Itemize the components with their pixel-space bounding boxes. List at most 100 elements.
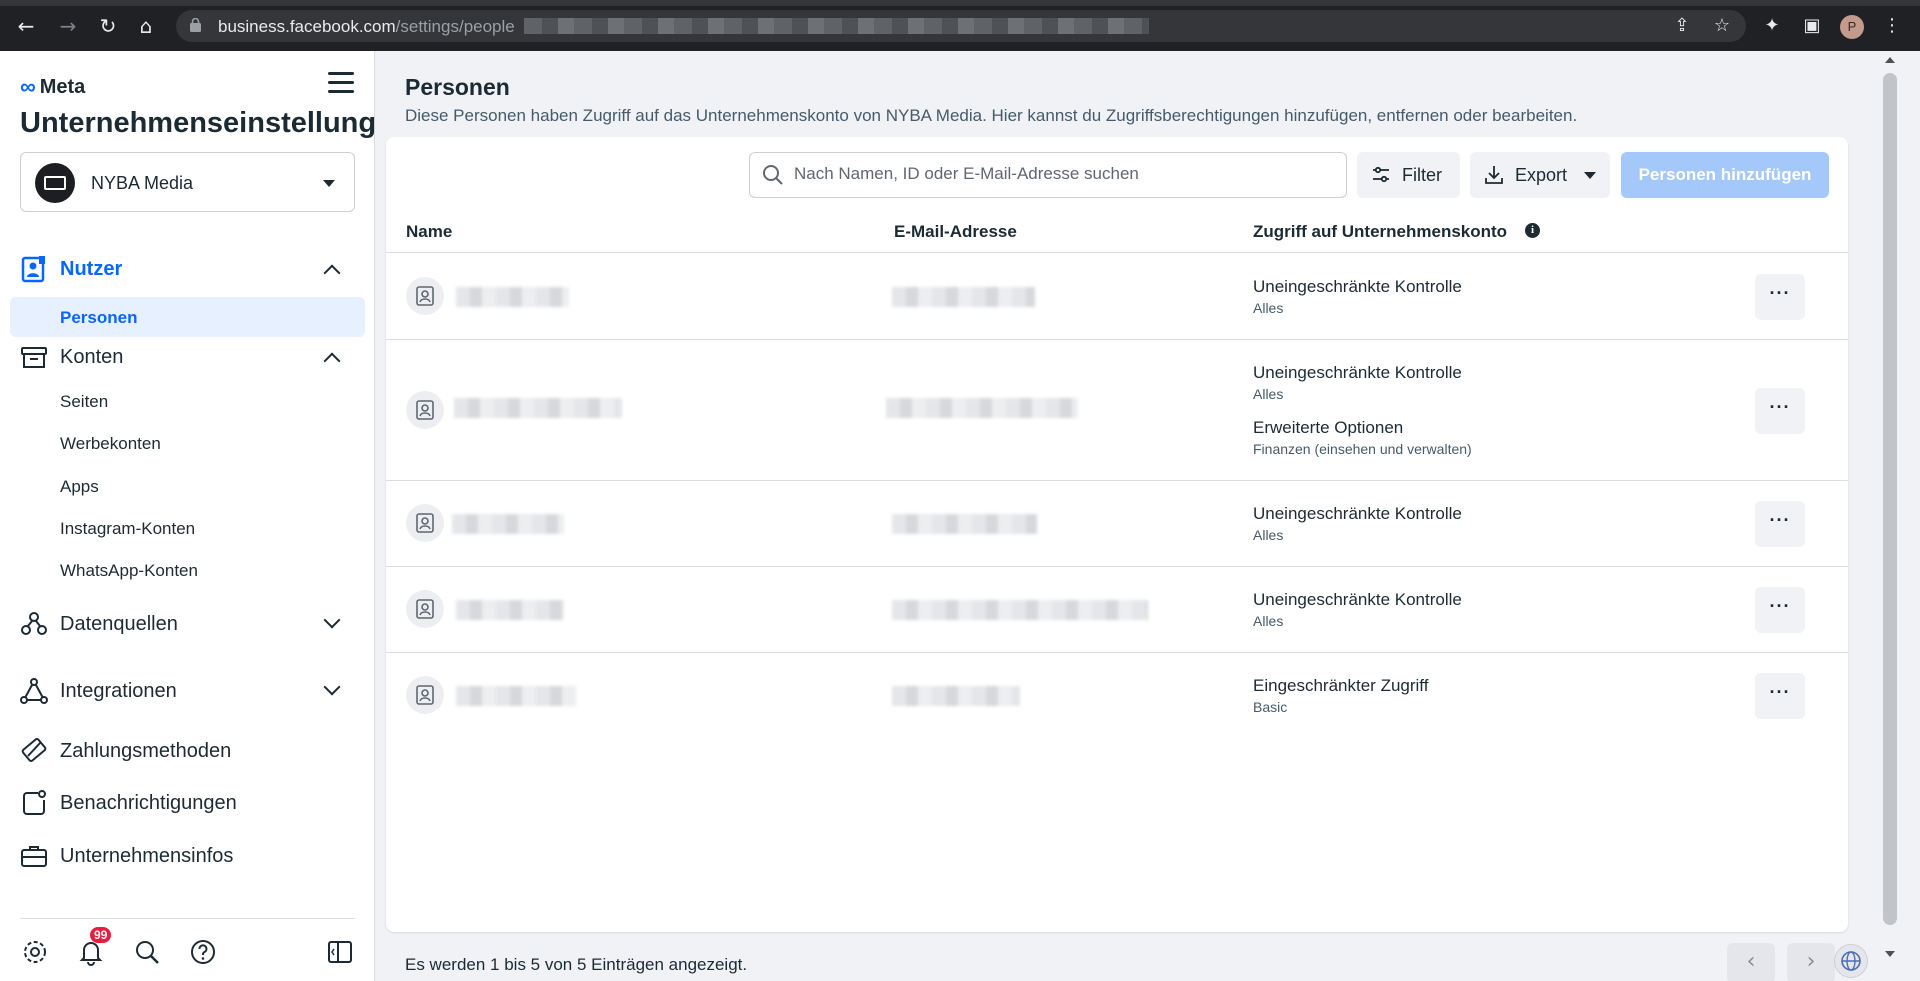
info-icon[interactable]: i (1525, 223, 1540, 238)
scrollbar-thumb[interactable] (1883, 73, 1897, 925)
name-redacted (456, 600, 564, 620)
nav-section-konten[interactable]: Konten (20, 337, 355, 377)
column-header-name[interactable]: Name (406, 222, 452, 242)
help-icon[interactable] (188, 937, 218, 967)
table-row[interactable]: Uneingeschränkte Kontrolle Alles ··· (386, 567, 1848, 653)
download-icon (1485, 166, 1503, 184)
globe-icon[interactable] (1834, 944, 1868, 978)
extensions-icon[interactable]: ✦ (1760, 14, 1784, 38)
meta-logo[interactable]: ∞ Meta (20, 74, 85, 100)
page-section-title: Unternehmenseinstellungen (20, 107, 375, 139)
nav-section-zahlungsmethoden[interactable]: Zahlungsmethoden (20, 731, 355, 771)
column-header-access[interactable]: Zugriff auf Unternehmenskonto (1253, 222, 1507, 242)
person-badge-icon (406, 504, 444, 542)
person-badge-icon (406, 676, 444, 714)
access-detail: Alles (1253, 300, 1284, 316)
table-row[interactable]: Uneingeschränkte Kontrolle Alles Erweite… (386, 340, 1848, 481)
nav-item-werbekonten[interactable]: Werbekonten (10, 423, 365, 463)
name-redacted (452, 514, 564, 534)
scroll-down-arrow-icon[interactable] (1885, 951, 1895, 957)
export-button[interactable]: Export (1470, 152, 1610, 198)
archive-box-icon (21, 347, 47, 368)
notification-badge: 99 (90, 927, 112, 943)
nav-section-nutzer[interactable]: Nutzer (20, 249, 355, 289)
filter-button[interactable]: Filter (1357, 152, 1460, 198)
meta-infinity-icon: ∞ (20, 74, 36, 99)
share-icon[interactable]: ⇪ (1670, 14, 1694, 38)
access-level: Uneingeschränkte Kontrolle (1253, 504, 1462, 523)
collapse-sidebar-icon[interactable] (325, 937, 355, 967)
menu-hamburger-icon[interactable] (328, 72, 354, 94)
table-row[interactable]: Uneingeschränkte Kontrolle Alles ··· (386, 254, 1848, 340)
nav-item-label: Werbekonten (60, 434, 161, 453)
search-icon (763, 165, 783, 185)
nav-item-label: Apps (60, 477, 99, 496)
nav-section-label: Datenquellen (60, 613, 178, 635)
nav-section-integrationen[interactable]: Integrationen (20, 671, 355, 711)
more-options-button[interactable]: ··· (1755, 388, 1805, 434)
column-header-email[interactable]: E-Mail-Adresse (894, 222, 1017, 242)
gear-icon[interactable] (20, 937, 50, 967)
table-header: Name E-Mail-Adresse Zugriff auf Unterneh… (386, 209, 1848, 253)
sidebar: ∞ Meta Unternehmenseinstellungen NYBA Me… (0, 51, 375, 981)
people-table-card: Filter Export Personen hinzufügen Name E… (386, 137, 1848, 932)
browser-toolbar: ← → ↻ ⌂ business.facebook.com/settings/p… (0, 0, 1920, 51)
scroll-up-arrow-icon[interactable] (1885, 57, 1895, 63)
profile-avatar[interactable]: P (1840, 15, 1864, 39)
nav-item-personen[interactable]: Personen (10, 297, 365, 337)
data-sources-icon (21, 612, 47, 635)
page-scrollbar[interactable] (1880, 51, 1920, 981)
more-options-button[interactable]: ··· (1755, 673, 1805, 719)
page-description: Diese Personen haben Zugriff auf das Unt… (405, 106, 1578, 125)
nav-section-label: Konten (60, 346, 124, 368)
access-detail: Finanzen (einsehen und verwalten) (1253, 441, 1472, 457)
lock-icon (190, 18, 201, 32)
forward-icon[interactable]: → (56, 14, 80, 38)
page-title: Personen (405, 74, 510, 100)
reload-icon[interactable]: ↻ (96, 14, 120, 38)
previous-page-button[interactable]: ‹ (1727, 943, 1775, 981)
access-level: Uneingeschränkte Kontrolle (1253, 363, 1462, 382)
email-redacted (892, 686, 1020, 706)
nav-item-whatsapp[interactable]: WhatsApp-Konten (10, 550, 365, 590)
nav-section-label: Zahlungsmethoden (60, 740, 232, 762)
table-row[interactable]: Uneingeschränkte Kontrolle Alles ··· (386, 481, 1848, 567)
search-icon[interactable] (132, 937, 162, 967)
side-panel-icon[interactable]: ▣ (1800, 14, 1824, 38)
main-content: Personen Diese Personen haben Zugriff au… (376, 51, 1880, 981)
sidebar-divider (20, 918, 355, 919)
nav-item-label: Personen (60, 308, 138, 327)
tab-strip (0, 0, 1920, 6)
bookmark-star-icon[interactable]: ☆ (1710, 14, 1734, 38)
access-level: Uneingeschränkte Kontrolle (1253, 590, 1462, 609)
email-redacted (886, 398, 1078, 418)
pagination-summary: Es werden 1 bis 5 von 5 Einträgen angeze… (405, 955, 748, 974)
sidebar-footer-icons: 99 (20, 927, 355, 969)
access-level: Uneingeschränkte Kontrolle (1253, 277, 1462, 296)
back-icon[interactable]: ← (14, 14, 38, 38)
table-row[interactable]: Eingeschränkter Zugriff Basic ··· (386, 653, 1848, 739)
add-people-button[interactable]: Personen hinzufügen (1621, 152, 1829, 198)
name-redacted (456, 686, 576, 706)
briefcase-icon (21, 846, 47, 867)
nav-item-seiten[interactable]: Seiten (10, 381, 365, 421)
integrations-icon (20, 678, 48, 704)
home-icon[interactable]: ⌂ (134, 14, 158, 38)
next-page-button[interactable]: › (1787, 943, 1835, 981)
search-field[interactable] (749, 152, 1347, 198)
browser-menu-icon[interactable]: ⋮ (1880, 14, 1904, 38)
access-detail: Alles (1253, 527, 1284, 543)
nav-item-apps[interactable]: Apps (10, 466, 365, 506)
email-redacted (892, 514, 1037, 534)
more-options-button[interactable]: ··· (1755, 501, 1805, 547)
nav-section-unternehmensinfos[interactable]: Unternehmensinfos (20, 836, 355, 876)
access-detail: Basic (1253, 699, 1288, 715)
nav-section-label: Nutzer (60, 258, 123, 280)
more-options-button[interactable]: ··· (1755, 274, 1805, 320)
search-input[interactable] (794, 164, 1334, 184)
more-options-button[interactable]: ··· (1755, 587, 1805, 633)
nav-item-instagram[interactable]: Instagram-Konten (10, 508, 365, 548)
nav-section-benachrichtigungen[interactable]: Benachrichtigungen (20, 783, 355, 823)
business-selector[interactable]: NYBA Media (20, 152, 355, 212)
nav-section-datenquellen[interactable]: Datenquellen (20, 604, 355, 644)
